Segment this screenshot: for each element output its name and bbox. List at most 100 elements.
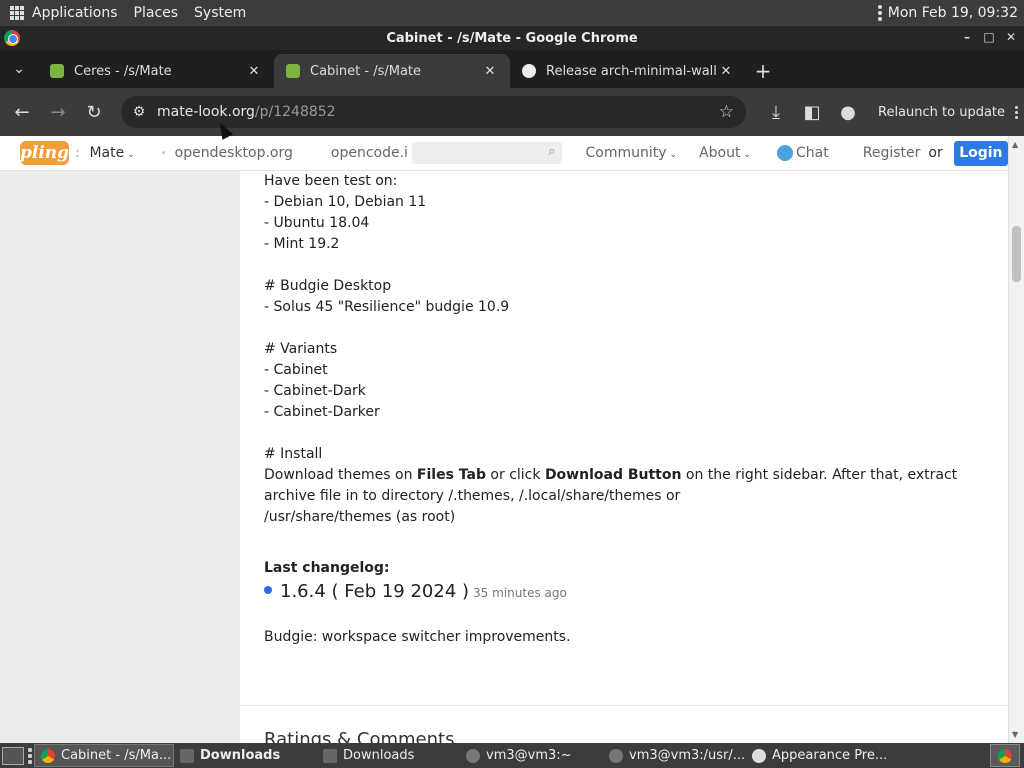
task-terminal-1[interactable]: vm3@vm3:~: [460, 744, 603, 767]
terminal-icon: [466, 748, 480, 763]
scroll-thumb[interactable]: [1012, 226, 1021, 282]
folder-icon: [180, 748, 194, 763]
github-favicon-icon: [522, 64, 536, 78]
tab-close-icon[interactable]: ✕: [246, 64, 262, 79]
tab-search-chevron-icon[interactable]: ⌄: [0, 50, 38, 88]
relaunch-to-update-button[interactable]: Relaunch to update: [878, 105, 1005, 120]
version-bullet-icon: [264, 586, 272, 594]
site-info-tune-icon[interactable]: ⚙: [121, 104, 157, 120]
link-opendesktop[interactable]: opendesktop.org: [175, 145, 293, 161]
changelog-text: Budgie: workspace switcher improvements.: [264, 629, 571, 645]
chrome-icon: [998, 748, 1012, 763]
page-scrollbar[interactable]: ▲ ▼: [1008, 136, 1024, 743]
desc-line: # Install: [264, 446, 323, 462]
register-link[interactable]: Register: [863, 145, 921, 161]
bottom-taskbar: Cabinet - /s/Ma... Downloads Downloads v…: [0, 743, 1024, 768]
version-timestamp: 35 minutes ago: [473, 586, 567, 600]
desc-line: - Cabinet-Darker: [264, 404, 380, 420]
desc-line: Have been test on:: [264, 173, 398, 189]
search-icon[interactable]: ⌕: [548, 144, 555, 159]
task-terminal-2[interactable]: vm3@vm3:/usr/...: [603, 744, 746, 767]
applications-grid-icon[interactable]: [10, 6, 24, 20]
chrome-icon: [4, 30, 20, 46]
nav-about[interactable]: About ⌄: [699, 145, 751, 161]
task-chrome[interactable]: Cabinet - /s/Ma...: [34, 744, 174, 767]
tab-release[interactable]: Release arch-minimal-wallp ✕: [510, 54, 746, 88]
install-paragraph-2: /usr/share/themes (as root): [264, 509, 456, 525]
url-text[interactable]: mate-look.org/p/1248852: [157, 104, 336, 120]
changelog-title: Last changelog:: [264, 560, 390, 576]
description-text: Have been test on: - Debian 10, Debian 1…: [264, 171, 994, 528]
chrome-menu-icon[interactable]: [1015, 105, 1019, 119]
desc-line: - Mint 19.2: [264, 236, 340, 252]
desc-line: [264, 255, 994, 276]
nav-community[interactable]: Community ⌄: [586, 145, 678, 161]
forward-arrow-icon[interactable]: →: [40, 94, 76, 130]
task-downloads-2[interactable]: Downloads: [317, 744, 460, 767]
task-downloads-1[interactable]: Downloads: [174, 744, 317, 767]
site-navbar: pling : Mate ⌄ • opendesktop.org opencode…: [0, 136, 1008, 171]
nav-separator: :: [75, 145, 80, 161]
changelog-version: 1.6.4 ( Feb 19 2024 ) 35 minutes ago: [264, 581, 567, 602]
desc-line: [264, 318, 994, 339]
version-label: 1.6.4 ( Feb 19 2024 ): [280, 581, 470, 602]
product-description: Have been test on: - Debian 10, Debian 1…: [240, 171, 1008, 743]
tab-ceres[interactable]: Ceres - /s/Mate ✕: [38, 54, 274, 88]
desc-line: - Debian 10, Debian 11: [264, 194, 427, 210]
bullet-icon: •: [160, 147, 167, 159]
window-controls: – □ ✕: [958, 28, 1020, 46]
tray-chrome-icon[interactable]: [990, 744, 1020, 767]
pling-logo[interactable]: pling: [20, 141, 70, 165]
side-panel-icon[interactable]: ◧: [794, 94, 830, 130]
site-search-input[interactable]: [411, 142, 562, 164]
download-icon[interactable]: ⤓: [758, 94, 794, 130]
section-divider: [240, 705, 1008, 706]
scroll-down-arrow-icon[interactable]: ▼: [1012, 730, 1018, 739]
desc-line: # Variants: [264, 341, 338, 357]
menu-system[interactable]: System: [194, 5, 246, 21]
window-title: Cabinet - /s/Mate - Google Chrome: [386, 30, 638, 46]
panel-tray: Mon Feb 19, 09:32: [877, 0, 1018, 26]
tab-close-icon[interactable]: ✕: [718, 64, 734, 79]
preferences-icon: [752, 748, 766, 763]
tab-close-icon[interactable]: ✕: [482, 64, 498, 79]
chrome-icon: [41, 748, 55, 763]
install-paragraph: Download themes on Files Tab or click Do…: [264, 467, 958, 504]
maximize-icon[interactable]: □: [980, 28, 998, 46]
tab-strip: ⌄ Ceres - /s/Mate ✕ Cabinet - /s/Mate ✕ …: [0, 50, 1024, 88]
new-tab-plus-icon[interactable]: +: [746, 54, 780, 88]
left-sidebar-area: [0, 171, 240, 743]
reload-icon[interactable]: ↻: [76, 94, 112, 130]
caret-down-icon: ⌄: [743, 150, 752, 160]
menu-applications[interactable]: Applications: [32, 5, 118, 21]
pling-favicon-icon: [286, 64, 300, 78]
address-bar[interactable]: ⚙ mate-look.org/p/1248852 ☆: [121, 96, 746, 128]
window-titlebar: Cabinet - /s/Mate - Google Chrome – □ ✕: [0, 26, 1024, 50]
back-arrow-icon[interactable]: ←: [4, 94, 40, 130]
ratings-heading: Ratings & Comments: [264, 729, 455, 743]
browser-toolbar: ← → ↻ ⚙ mate-look.org/p/1248852 ☆ ⤓ ◧ ● …: [0, 88, 1024, 136]
tab-cabinet[interactable]: Cabinet - /s/Mate ✕: [274, 54, 510, 88]
desc-line: - Solus 45 "Resilience" budgie 10.9: [264, 299, 510, 315]
tab-title: Ceres - /s/Mate: [74, 63, 172, 79]
folder-icon: [323, 748, 337, 763]
chat-icon: [777, 145, 794, 161]
scroll-up-arrow-icon[interactable]: ▲: [1012, 140, 1018, 149]
desc-line: - Cabinet-Dark: [264, 383, 366, 399]
menu-places[interactable]: Places: [134, 5, 179, 21]
clock[interactable]: Mon Feb 19, 09:32: [888, 5, 1018, 21]
store-selector[interactable]: Mate ⌄: [89, 145, 134, 161]
minimize-icon[interactable]: –: [958, 28, 976, 46]
bookmark-star-icon[interactable]: ☆: [719, 102, 734, 122]
close-window-icon[interactable]: ✕: [1002, 28, 1020, 46]
toolbar-actions: ⤓ ◧ ● Relaunch to update: [758, 94, 1019, 130]
login-button[interactable]: Login: [953, 140, 1008, 166]
show-desktop-button[interactable]: [2, 746, 24, 765]
task-appearance[interactable]: Appearance Pre...: [746, 744, 886, 767]
nav-chat[interactable]: Chat: [777, 145, 829, 161]
desc-line: [264, 423, 994, 444]
profile-avatar-icon[interactable]: ●: [830, 94, 866, 130]
caret-down-icon: ⌄: [669, 150, 678, 160]
caret-down-icon: ⌄: [127, 150, 135, 160]
panel-handle-icon[interactable]: [877, 5, 882, 21]
